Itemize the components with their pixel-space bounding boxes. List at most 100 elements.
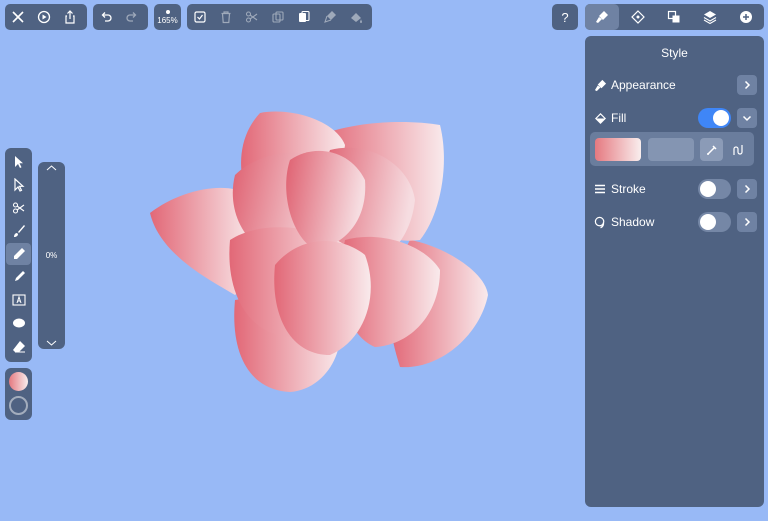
eyedropper-icon bbox=[706, 144, 717, 155]
share-button[interactable] bbox=[57, 4, 83, 30]
fill-row: Fill bbox=[593, 107, 757, 129]
appearance-label: Appearance bbox=[611, 78, 676, 92]
trash-icon bbox=[221, 11, 231, 24]
fill-collapse-button[interactable] bbox=[737, 108, 757, 128]
select-tool[interactable] bbox=[6, 151, 31, 173]
scissors-icon bbox=[245, 11, 258, 23]
direct-select-tool[interactable] bbox=[6, 174, 31, 196]
tab-add[interactable] bbox=[729, 4, 763, 30]
pencil-icon bbox=[14, 271, 25, 281]
undo-button[interactable] bbox=[93, 4, 119, 30]
pencil-tool[interactable] bbox=[6, 266, 31, 288]
paint-picker-button[interactable] bbox=[317, 4, 343, 30]
gradient-path-button[interactable] bbox=[726, 138, 749, 161]
paste-button[interactable] bbox=[291, 4, 317, 30]
play-button[interactable] bbox=[31, 4, 57, 30]
close-icon bbox=[12, 11, 24, 23]
history-toolbar-group bbox=[93, 4, 148, 30]
fill-label: Fill bbox=[611, 111, 627, 125]
brush-icon bbox=[13, 225, 25, 237]
inspector-tabs bbox=[585, 4, 764, 30]
paste-icon bbox=[299, 10, 310, 22]
stroke-toggle[interactable] bbox=[698, 179, 731, 199]
pen-icon bbox=[13, 248, 25, 259]
paint-picker-icon bbox=[324, 11, 336, 23]
opacity-slider[interactable]: 0% bbox=[38, 162, 65, 349]
brush-tool[interactable] bbox=[6, 220, 31, 242]
ellipse-icon bbox=[12, 318, 25, 328]
shadow-expand-button[interactable] bbox=[737, 212, 757, 232]
inspector-title: Style bbox=[661, 46, 688, 60]
text-icon bbox=[11, 294, 26, 306]
tab-layers[interactable] bbox=[693, 4, 727, 30]
style-inspector-panel: Style Appearance Fill Stroke Shadow bbox=[585, 36, 764, 507]
chevron-down-icon bbox=[46, 340, 57, 346]
share-icon bbox=[65, 10, 75, 24]
fill-color-well[interactable] bbox=[9, 372, 28, 391]
copy-button[interactable] bbox=[265, 4, 291, 30]
help-button[interactable]: ? bbox=[552, 4, 578, 30]
stroke-label: Stroke bbox=[611, 182, 646, 196]
undo-icon bbox=[101, 12, 112, 22]
eraser-icon bbox=[12, 341, 25, 353]
appearance-row[interactable]: Appearance bbox=[593, 74, 757, 96]
help-label: ? bbox=[561, 9, 569, 25]
add-icon bbox=[740, 11, 752, 23]
ellipse-tool[interactable] bbox=[6, 312, 31, 334]
fill-bucket-button[interactable] bbox=[343, 4, 369, 30]
fill-bucket-icon bbox=[351, 13, 362, 23]
slider-value: 0% bbox=[45, 251, 58, 260]
stroke-color-well[interactable] bbox=[9, 396, 28, 415]
text-tool[interactable] bbox=[6, 289, 31, 311]
stroke-lines-icon bbox=[593, 182, 607, 196]
file-toolbar-group bbox=[5, 4, 87, 30]
gradient-path-icon bbox=[732, 144, 743, 155]
zoom-dot bbox=[165, 9, 170, 14]
layers-icon bbox=[703, 11, 717, 24]
toggle-knob bbox=[700, 214, 716, 230]
toggle-knob bbox=[700, 181, 716, 197]
shadow-row: Shadow bbox=[593, 211, 757, 233]
redo-button[interactable] bbox=[119, 4, 145, 30]
close-button[interactable] bbox=[5, 4, 31, 30]
fill-bucket-icon bbox=[593, 111, 607, 125]
tab-style[interactable] bbox=[585, 4, 619, 30]
stroke-expand-button[interactable] bbox=[737, 179, 757, 199]
scissors-tool[interactable] bbox=[6, 197, 31, 219]
stroke-row: Stroke bbox=[593, 178, 757, 200]
appearance-expand-button[interactable] bbox=[737, 75, 757, 95]
chevron-down-icon bbox=[742, 115, 752, 122]
arrange-icon bbox=[667, 10, 680, 23]
zoom-label: 165% bbox=[157, 15, 178, 25]
redo-icon bbox=[126, 12, 137, 22]
rose-artwork[interactable] bbox=[140, 105, 500, 405]
chevron-right-icon bbox=[744, 184, 751, 194]
shadow-label: Shadow bbox=[611, 215, 655, 229]
delete-button[interactable] bbox=[213, 4, 239, 30]
tab-arrange[interactable] bbox=[657, 4, 691, 30]
fill-options-bar bbox=[590, 132, 754, 166]
select-all-button[interactable] bbox=[187, 4, 213, 30]
chevron-right-icon bbox=[744, 80, 751, 90]
fill-secondary-swatch[interactable] bbox=[648, 138, 694, 161]
cut-button[interactable] bbox=[239, 4, 265, 30]
copy-icon bbox=[272, 11, 284, 23]
fill-gradient-swatch[interactable] bbox=[595, 138, 641, 161]
eyedropper-button[interactable] bbox=[700, 138, 723, 161]
pen-tool[interactable] bbox=[6, 243, 31, 265]
color-wells bbox=[5, 368, 32, 420]
style-brush-icon bbox=[596, 11, 608, 23]
select-arrow-icon bbox=[14, 156, 23, 168]
node-diamond-icon bbox=[631, 10, 645, 24]
fill-toggle[interactable] bbox=[698, 108, 731, 128]
tab-nodes[interactable] bbox=[621, 4, 655, 30]
direct-select-icon bbox=[13, 178, 25, 192]
zoom-indicator[interactable]: 165% bbox=[154, 4, 181, 30]
eraser-tool[interactable] bbox=[6, 336, 31, 358]
shadow-icon bbox=[593, 215, 607, 229]
scissors-icon bbox=[12, 202, 24, 214]
edit-toolbar-group bbox=[187, 4, 372, 30]
shadow-toggle[interactable] bbox=[698, 212, 731, 232]
select-checkbox-icon bbox=[194, 11, 206, 23]
appearance-brush-icon bbox=[593, 78, 607, 92]
